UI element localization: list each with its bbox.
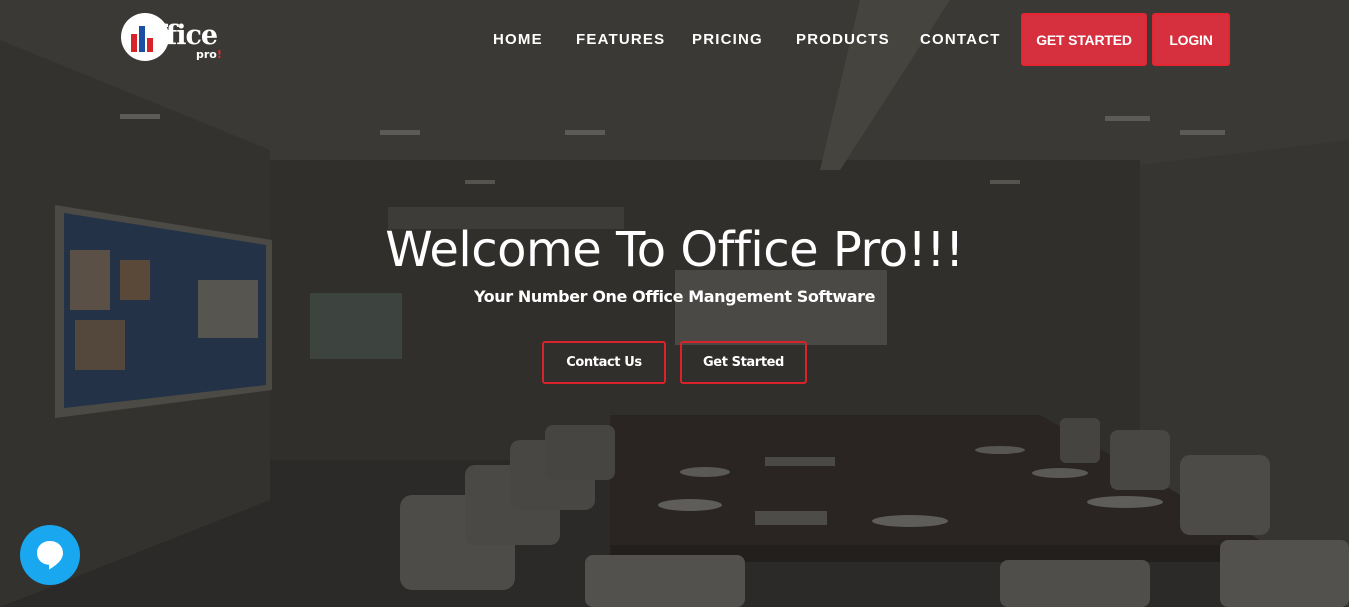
- office-pro-logo[interactable]: ffice pro!: [121, 13, 231, 65]
- chat-bubble-icon: [37, 541, 63, 570]
- contact-us-button[interactable]: Contact Us: [542, 341, 666, 384]
- header-get-started-button[interactable]: GET STARTED: [1021, 13, 1147, 66]
- hero-subtitle: Your Number One Office Mangement Softwar…: [473, 287, 876, 306]
- nav-products[interactable]: PRODUCTS: [796, 31, 890, 48]
- logo-subtext: pro!: [196, 48, 222, 61]
- login-button[interactable]: LOGIN: [1152, 13, 1230, 66]
- nav-pricing[interactable]: PRICING: [692, 31, 763, 48]
- nav-contact[interactable]: CONTACT: [920, 31, 1001, 48]
- hero-get-started-button[interactable]: Get Started: [680, 341, 807, 384]
- nav-home[interactable]: HOME: [493, 31, 543, 48]
- logo-wordmark: ffice: [155, 20, 218, 51]
- chat-launcher-button[interactable]: [20, 525, 80, 585]
- hero-title: Welcome To Office Pro!!!: [385, 222, 964, 278]
- nav-features[interactable]: FEATURES: [576, 31, 665, 48]
